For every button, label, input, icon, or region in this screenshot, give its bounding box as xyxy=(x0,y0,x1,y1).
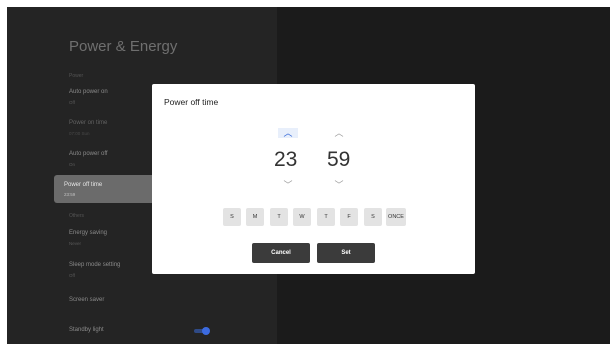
power-off-time-dialog: Power off time ︿ 23 ﹀ ︿ 59 ﹀ S M T W T F… xyxy=(152,84,475,274)
hour-value[interactable]: 23 xyxy=(274,148,297,172)
menu-item-value: Off xyxy=(69,273,75,278)
hour-up-arrow-icon[interactable]: ︿ xyxy=(278,128,298,138)
minute-down-arrow-icon[interactable]: ﹀ xyxy=(329,180,349,190)
menu-item-auto-power-off[interactable]: Auto power off On xyxy=(69,151,108,167)
menu-item-value: 07:00 Sun xyxy=(69,131,90,136)
menu-item-value: 23:59 xyxy=(64,192,76,197)
day-monday[interactable]: M xyxy=(246,208,264,226)
dialog-title: Power off time xyxy=(164,97,219,107)
day-tuesday[interactable]: T xyxy=(270,208,288,226)
day-saturday[interactable]: S xyxy=(364,208,382,226)
toggle-knob xyxy=(202,327,210,335)
menu-item-label: Energy saving xyxy=(69,230,108,236)
set-button[interactable]: Set xyxy=(317,243,375,263)
minute-up-arrow-icon[interactable]: ︿ xyxy=(329,128,349,138)
menu-item-label: Screen saver xyxy=(69,297,105,303)
menu-item-label: Auto power off xyxy=(69,151,108,157)
menu-item-value: Never xyxy=(69,241,82,246)
section-header-others: Others xyxy=(69,213,85,219)
menu-item-standby-light[interactable]: Standby light xyxy=(69,327,104,333)
hour-down-arrow-icon[interactable]: ﹀ xyxy=(278,180,298,190)
day-once[interactable]: ONCE xyxy=(386,208,406,226)
menu-item-auto-power-on[interactable]: Auto power on Off xyxy=(69,89,108,105)
menu-item-label: Power off time xyxy=(64,182,103,188)
section-header-power: Power xyxy=(69,73,84,79)
menu-item-value: Off xyxy=(69,100,75,105)
menu-item-label: Sleep mode setting xyxy=(69,262,121,268)
menu-item-label: Standby light xyxy=(69,327,104,333)
cancel-button[interactable]: Cancel xyxy=(252,243,310,263)
menu-item-value: On xyxy=(69,162,76,167)
day-friday[interactable]: F xyxy=(340,208,358,226)
menu-item-power-on-time[interactable]: Power on time 07:00 Sun xyxy=(69,120,107,136)
menu-item-screen-saver[interactable]: Screen saver xyxy=(69,297,104,303)
minute-value[interactable]: 59 xyxy=(327,148,350,172)
menu-item-power-off-time[interactable]: Power off time 23:59 xyxy=(54,175,164,203)
menu-item-sleep-mode[interactable]: Sleep mode setting Off xyxy=(69,262,120,278)
day-wednesday[interactable]: W xyxy=(293,208,311,226)
page-title: Power & Energy xyxy=(69,38,178,55)
menu-item-label: Power on time xyxy=(69,120,108,126)
menu-item-energy-saving[interactable]: Energy saving Never xyxy=(69,230,107,246)
menu-item-label: Auto power on xyxy=(69,89,108,95)
day-sunday[interactable]: S xyxy=(223,208,241,226)
day-thursday[interactable]: T xyxy=(317,208,335,226)
standby-light-toggle[interactable] xyxy=(194,327,210,335)
